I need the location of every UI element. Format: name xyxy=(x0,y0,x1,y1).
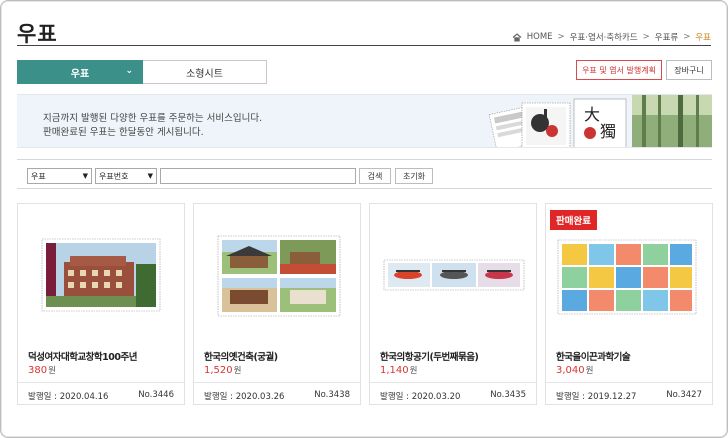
breadcrumb-stamp-category[interactable]: 우표류 xyxy=(655,31,678,43)
issue-plan-button[interactable]: 우표 및 엽서 발행계획 xyxy=(576,60,662,80)
intro-line-1: 지금까지 발행된 다양한 우표를 주문하는 서비스입니다. xyxy=(43,113,263,124)
product-name[interactable]: 한국의항공기(두번째묶음) xyxy=(380,349,479,363)
price-value: 380 xyxy=(28,365,48,376)
cart-button[interactable]: 장바구니 xyxy=(666,60,712,80)
category-select[interactable]: 우표 ▼ xyxy=(27,168,92,184)
product-price: 3,040원 xyxy=(556,364,593,376)
product-card[interactable]: 덕성여자대학교창학100주년 380원 발행일 : 2020.04.16 No.… xyxy=(17,203,185,405)
svg-text:獨: 獨 xyxy=(600,122,616,141)
tab-stamps[interactable]: 우표 ⌄ xyxy=(17,60,143,84)
search-bar: 우표 ▼ 우표번호 ▼ 검색 초기화 xyxy=(17,159,712,189)
product-card[interactable]: 판매완료 한국을이끈과학기술 3,040원 발행일 : 2019.12.27 N… xyxy=(545,203,713,405)
home-icon[interactable] xyxy=(512,32,522,42)
intro-banner: 지금까지 발행된 다양한 우표를 주문하는 서비스입니다. 판매완료된 우표는 … xyxy=(17,94,712,148)
breadcrumb-separator: > xyxy=(683,32,691,42)
price-value: 1,520 xyxy=(204,365,233,376)
issue-date: 발행일 : 2019.12.27 xyxy=(556,392,637,402)
svg-text:大: 大 xyxy=(584,105,600,124)
price-value: 3,040 xyxy=(556,365,585,376)
stamp-image[interactable] xyxy=(18,204,186,334)
issue-date: 발행일 : 2020.03.26 xyxy=(204,392,285,402)
sold-out-badge: 판매완료 xyxy=(550,210,597,230)
search-button[interactable]: 검색 xyxy=(359,168,391,184)
product-price: 380원 xyxy=(28,364,56,376)
breadcrumb-postal[interactable]: 우표·엽서·축하카드 xyxy=(570,31,638,43)
breadcrumb-separator: > xyxy=(642,32,650,42)
product-name[interactable]: 한국을이끈과학기술 xyxy=(556,349,631,363)
price-currency: 원 xyxy=(409,366,418,376)
stamp-number: No.3435 xyxy=(490,390,526,400)
page-frame: 우표 HOME > 우표·엽서·축하카드 > 우표류 > 우표 우표 ⌄ 소형시… xyxy=(0,0,728,438)
product-meta: 발행일 : 2020.03.20 No.3435 xyxy=(370,382,536,406)
stamp-image[interactable] xyxy=(194,204,362,334)
tab-bar: 우표 ⌄ 소형시트 xyxy=(17,60,267,84)
page-title: 우표 xyxy=(17,22,58,46)
breadcrumb-home[interactable]: HOME xyxy=(527,32,553,42)
product-name[interactable]: 한국의옛건축(궁궐) xyxy=(204,349,278,363)
tab-stamps-label: 우표 xyxy=(70,68,90,80)
issue-date: 발행일 : 2020.03.20 xyxy=(380,392,461,402)
chevron-down-icon: ⌄ xyxy=(125,66,133,76)
search-field-select-value: 우표번호 xyxy=(99,171,129,181)
breadcrumb-separator: > xyxy=(557,32,565,42)
product-meta: 발행일 : 2019.12.27 No.3427 xyxy=(546,382,712,406)
stamp-number: No.3438 xyxy=(314,390,350,400)
stamp-collage-illustration: 大 獨 xyxy=(482,95,712,147)
product-meta: 발행일 : 2020.03.26 No.3438 xyxy=(194,382,360,406)
stamp-image[interactable] xyxy=(370,204,538,334)
price-currency: 원 xyxy=(48,366,56,376)
price-value: 1,140 xyxy=(380,365,409,376)
category-select-value: 우표 xyxy=(31,171,46,181)
breadcrumb-current: 우표 xyxy=(695,33,711,43)
price-currency: 원 xyxy=(233,366,242,376)
issue-date: 발행일 : 2020.04.16 xyxy=(28,392,109,402)
intro-line-2: 판매완료된 우표는 한달동안 게시됩니다. xyxy=(43,127,204,138)
chevron-down-icon: ▼ xyxy=(82,172,88,180)
stamp-number: No.3446 xyxy=(138,390,174,400)
product-grid: 덕성여자대학교창학100주년 380원 발행일 : 2020.04.16 No.… xyxy=(17,203,713,405)
product-price: 1,140원 xyxy=(380,364,417,376)
reset-button[interactable]: 초기화 xyxy=(395,168,433,184)
stamp-number: No.3427 xyxy=(666,390,702,400)
keyword-input[interactable] xyxy=(160,168,356,184)
product-card[interactable]: 한국의옛건축(궁궐) 1,520원 발행일 : 2020.03.26 No.34… xyxy=(193,203,361,405)
breadcrumb: HOME > 우표·엽서·축하카드 > 우표류 > 우표 xyxy=(512,31,711,43)
search-field-select[interactable]: 우표번호 ▼ xyxy=(95,168,157,184)
product-meta: 발행일 : 2020.04.16 No.3446 xyxy=(18,382,184,406)
title-divider xyxy=(17,45,711,46)
product-price: 1,520원 xyxy=(204,364,241,376)
product-card[interactable]: 한국의항공기(두번째묶음) 1,140원 발행일 : 2020.03.20 No… xyxy=(369,203,537,405)
chevron-down-icon: ▼ xyxy=(147,172,153,180)
tab-souvenir-sheet-label: 소형시트 xyxy=(186,68,223,80)
product-name[interactable]: 덕성여자대학교창학100주년 xyxy=(28,349,137,363)
price-currency: 원 xyxy=(585,366,594,376)
tab-souvenir-sheet[interactable]: 소형시트 xyxy=(143,60,267,84)
